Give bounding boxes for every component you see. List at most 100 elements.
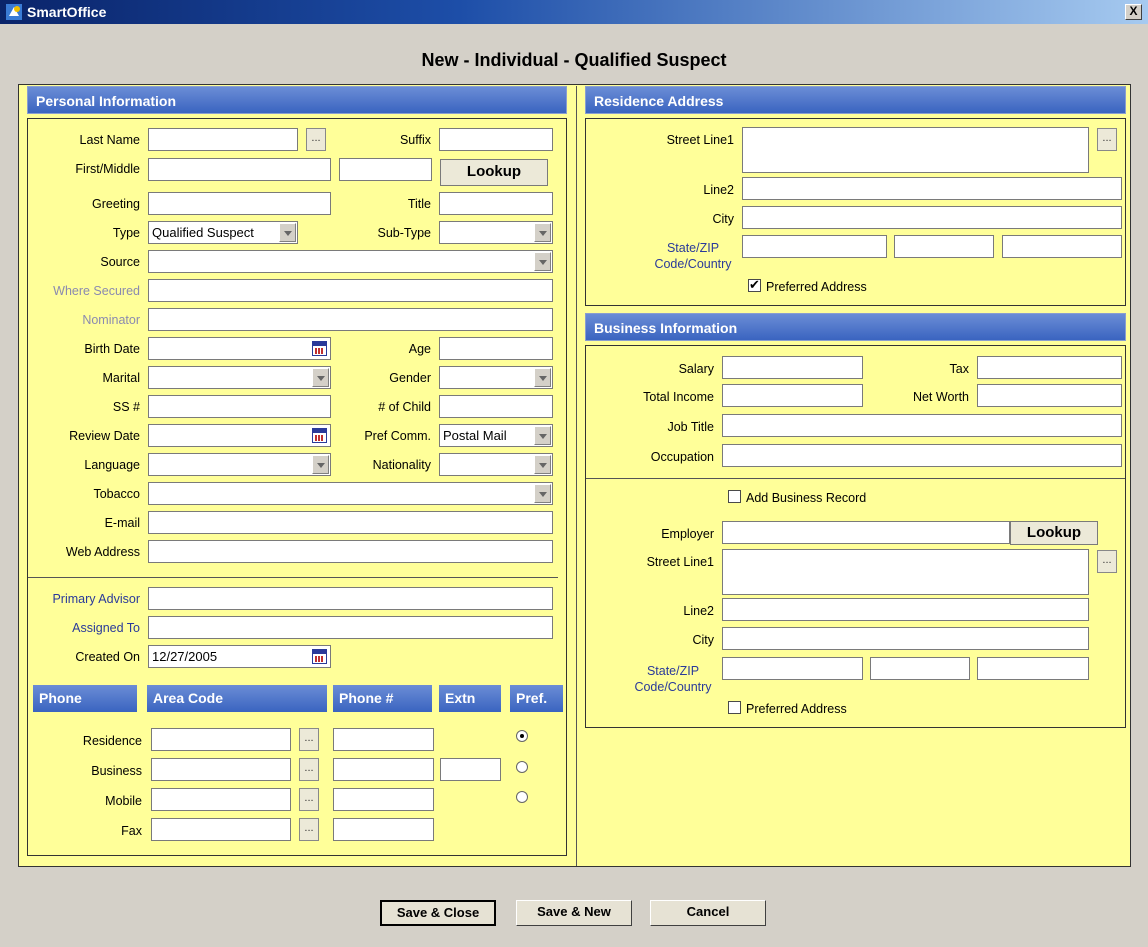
- close-icon[interactable]: X: [1125, 4, 1142, 20]
- business-phone-input[interactable]: [333, 758, 434, 781]
- job-title-label: Job Title: [667, 420, 714, 434]
- residence-area-code-input[interactable]: [151, 728, 291, 751]
- birth-date-input[interactable]: [148, 337, 331, 360]
- add-business-record-label: Add Business Record: [746, 491, 867, 505]
- created-on-input[interactable]: 12/27/2005: [148, 645, 331, 668]
- business-info-header: Business Information: [585, 313, 1126, 341]
- marital-select[interactable]: [148, 366, 331, 389]
- residence-pref-radio[interactable]: [516, 730, 528, 742]
- residence-zip-input[interactable]: [894, 235, 994, 258]
- residence-street1-input[interactable]: [742, 127, 1089, 173]
- extn-col-header: Extn: [439, 685, 501, 712]
- nominator-input[interactable]: [148, 308, 553, 331]
- business-pref-radio[interactable]: [516, 761, 528, 773]
- child-input[interactable]: [439, 395, 553, 418]
- last-name-browse-button[interactable]: ...: [306, 128, 326, 151]
- gender-label: Gender: [389, 371, 431, 385]
- assigned-to-input[interactable]: [148, 616, 553, 639]
- residence-state-zip-label: State/ZIP Code/Country: [654, 241, 732, 271]
- business-area-code-browse-button[interactable]: ...: [299, 758, 319, 781]
- net-worth-input[interactable]: [977, 384, 1122, 407]
- residence-state-input[interactable]: [742, 235, 887, 258]
- calendar-icon[interactable]: [312, 341, 327, 356]
- subtype-select[interactable]: [439, 221, 553, 244]
- business-area-code-input[interactable]: [151, 758, 291, 781]
- chevron-down-icon: [534, 484, 551, 503]
- ss-input[interactable]: [148, 395, 331, 418]
- salary-input[interactable]: [722, 356, 863, 379]
- total-income-label: Total Income: [643, 390, 714, 404]
- first-middle-label: First/Middle: [75, 162, 140, 176]
- greeting-input[interactable]: [148, 192, 331, 215]
- fax-area-code-browse-button[interactable]: ...: [299, 818, 319, 841]
- web-address-input[interactable]: [148, 540, 553, 563]
- employer-lookup-button[interactable]: Lookup: [1010, 521, 1098, 545]
- residence-preferred-checkbox[interactable]: [748, 277, 761, 293]
- residence-line2-input[interactable]: [742, 177, 1122, 200]
- tax-label: Tax: [949, 362, 969, 376]
- column-divider: [576, 86, 577, 866]
- business-street1-input[interactable]: [722, 549, 1089, 595]
- fax-phone-input[interactable]: [333, 818, 434, 841]
- cancel-button[interactable]: Cancel: [650, 900, 766, 926]
- mobile-area-code-input[interactable]: [151, 788, 291, 811]
- fax-area-code-input[interactable]: [151, 818, 291, 841]
- tobacco-select[interactable]: [148, 482, 553, 505]
- last-name-input[interactable]: [148, 128, 298, 151]
- add-business-record-checkbox[interactable]: [728, 490, 741, 503]
- chevron-down-icon: [534, 368, 551, 387]
- business-divider: [586, 478, 1125, 479]
- where-secured-input[interactable]: [148, 279, 553, 302]
- business-preferred-label: Preferred Address: [746, 702, 847, 716]
- business-line2-input[interactable]: [722, 598, 1089, 621]
- job-title-input[interactable]: [722, 414, 1122, 437]
- primary-advisor-input[interactable]: [148, 587, 553, 610]
- employer-input[interactable]: [722, 521, 1010, 544]
- review-date-input[interactable]: [148, 424, 331, 447]
- marital-label: Marital: [102, 371, 140, 385]
- residence-line2-label: Line2: [703, 183, 734, 197]
- gender-select[interactable]: [439, 366, 553, 389]
- residence-street-browse-button[interactable]: ...: [1097, 128, 1117, 151]
- source-select[interactable]: [148, 250, 553, 273]
- business-city-input[interactable]: [722, 627, 1089, 650]
- personal-lookup-button[interactable]: Lookup: [440, 159, 548, 186]
- business-zip-input[interactable]: [870, 657, 970, 680]
- business-extn-input[interactable]: [440, 758, 501, 781]
- residence-phone-input[interactable]: [333, 728, 434, 751]
- mobile-phone-input[interactable]: [333, 788, 434, 811]
- review-date-label: Review Date: [69, 429, 140, 443]
- business-country-input[interactable]: [977, 657, 1089, 680]
- email-input[interactable]: [148, 511, 553, 534]
- total-income-input[interactable]: [722, 384, 863, 407]
- calendar-icon[interactable]: [312, 649, 327, 664]
- language-select[interactable]: [148, 453, 331, 476]
- middle-name-input[interactable]: [339, 158, 432, 181]
- personal-divider: [28, 577, 558, 578]
- mobile-pref-radio[interactable]: [516, 791, 528, 803]
- business-street1-label: Street Line1: [646, 555, 714, 569]
- save-close-button[interactable]: Save & Close: [380, 900, 496, 926]
- residence-country-input[interactable]: [1002, 235, 1122, 258]
- business-state-input[interactable]: [722, 657, 863, 680]
- pref-comm-select[interactable]: Postal Mail: [439, 424, 553, 447]
- title-input[interactable]: [439, 192, 553, 215]
- residence-city-input[interactable]: [742, 206, 1122, 229]
- residence-area-code-browse-button[interactable]: ...: [299, 728, 319, 751]
- primary-advisor-label[interactable]: Primary Advisor: [30, 592, 140, 606]
- business-preferred-checkbox[interactable]: [728, 701, 741, 714]
- mobile-area-code-browse-button[interactable]: ...: [299, 788, 319, 811]
- nationality-select[interactable]: [439, 453, 553, 476]
- occupation-input[interactable]: [722, 444, 1122, 467]
- suffix-input[interactable]: [439, 128, 553, 151]
- business-street-browse-button[interactable]: ...: [1097, 550, 1117, 573]
- tobacco-label: Tobacco: [93, 487, 140, 501]
- type-select[interactable]: Qualified Suspect: [148, 221, 298, 244]
- first-name-input[interactable]: [148, 158, 331, 181]
- age-input[interactable]: [439, 337, 553, 360]
- tax-input[interactable]: [977, 356, 1122, 379]
- calendar-icon[interactable]: [312, 428, 327, 443]
- save-new-button[interactable]: Save & New: [516, 900, 632, 926]
- assigned-to-label[interactable]: Assigned To: [30, 621, 140, 635]
- phone-col-header: Phone: [33, 685, 137, 712]
